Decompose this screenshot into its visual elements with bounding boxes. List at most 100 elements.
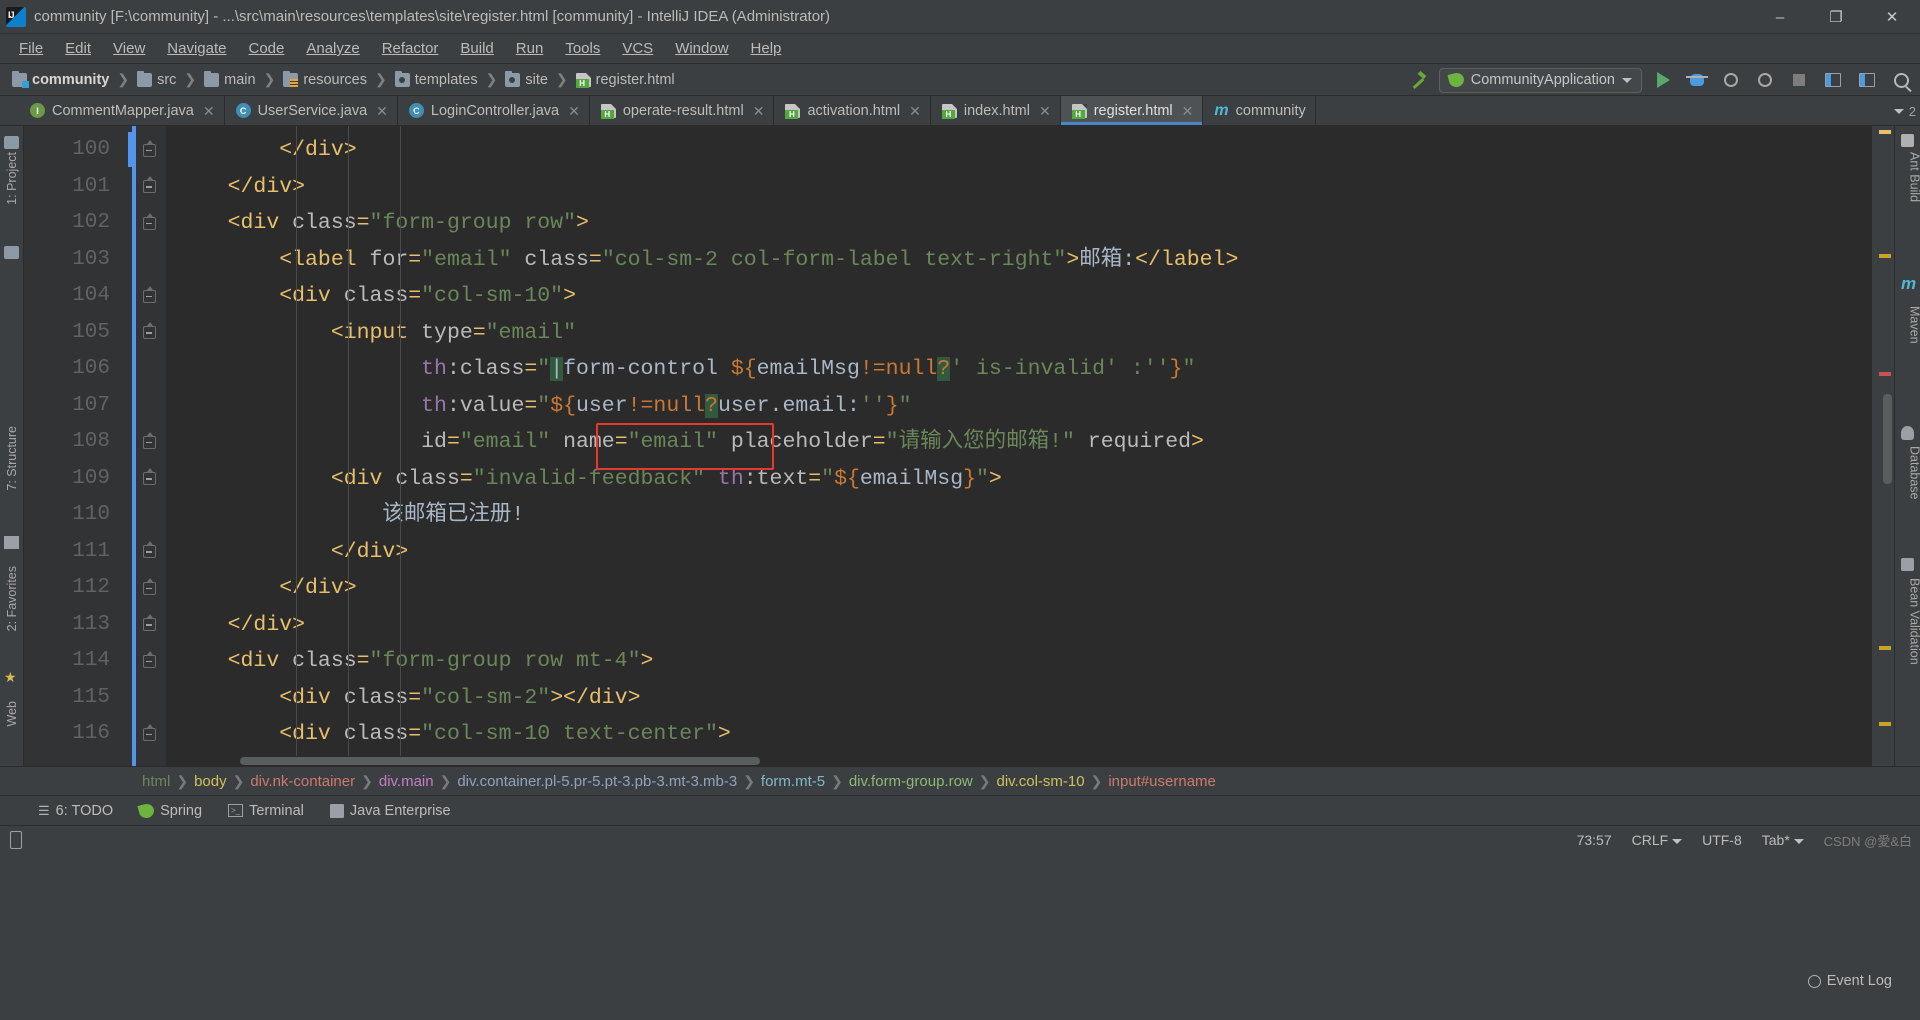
tab-index-html[interactable]: index.html ✕	[931, 96, 1061, 125]
code-line-112[interactable]: </div>	[166, 570, 1872, 607]
status-caret-position[interactable]: 73:57	[1577, 832, 1612, 848]
code-line-100[interactable]: </div>	[166, 132, 1872, 169]
menu-window[interactable]: Window	[664, 37, 739, 60]
navbar-crumb-main[interactable]: main	[200, 70, 259, 89]
marker-error[interactable]	[1879, 372, 1891, 376]
navbar-crumb-resources[interactable]: resources	[279, 70, 371, 89]
menu-view[interactable]: View	[102, 37, 156, 60]
menu-edit[interactable]: Edit	[54, 37, 102, 60]
menu-run[interactable]: Run	[505, 37, 555, 60]
menu-code[interactable]: Code	[237, 37, 295, 60]
code-line-104[interactable]: <div class="col-sm-10">	[166, 278, 1872, 315]
menu-vcs[interactable]: VCS	[611, 37, 664, 60]
menu-file[interactable]: File	[8, 37, 54, 60]
sidebar-item-web[interactable]: Web	[5, 701, 19, 726]
tab-UserService-java[interactable]: C UserService.java ✕	[225, 96, 398, 125]
code-line-110[interactable]: 该邮箱已注册!	[166, 497, 1872, 534]
layout-icon[interactable]	[1820, 67, 1846, 93]
marker-info[interactable]	[1879, 722, 1891, 726]
sidebar-item-project[interactable]: 1: Project	[5, 152, 19, 205]
horizontal-scrollbar-thumb[interactable]	[240, 757, 760, 765]
tab-close-icon[interactable]: ✕	[753, 104, 765, 118]
tab-close-icon[interactable]: ✕	[909, 104, 921, 118]
fold-marker[interactable]	[132, 643, 166, 680]
code-line-101[interactable]: </div>	[166, 169, 1872, 206]
code-text-area[interactable]: </div> </div> <div class="form-group row…	[166, 126, 1872, 766]
fold-marker[interactable]	[132, 534, 166, 571]
menu-help[interactable]: Help	[740, 37, 793, 60]
run-with-coverage-icon[interactable]	[1718, 67, 1744, 93]
breadcrumb-form-mt-5[interactable]: form.mt-5	[755, 773, 831, 790]
navbar-crumb-templates[interactable]: templates	[391, 70, 482, 89]
vertical-scrollbar-thumb[interactable]	[1883, 394, 1892, 484]
error-stripe-markers[interactable]	[1872, 126, 1894, 766]
breadcrumb-input-username[interactable]: input#username	[1102, 773, 1222, 790]
fold-marker[interactable]	[132, 461, 166, 498]
sidebar-item-bean-validation[interactable]: Bean Validation	[1908, 578, 1920, 665]
code-line-114[interactable]: <div class="form-group row mt-4">	[166, 643, 1872, 680]
status-encoding[interactable]: UTF-8	[1702, 832, 1742, 848]
code-line-109[interactable]: <div class="invalid-feedback" th:text="$…	[166, 461, 1872, 498]
tab-register-html[interactable]: register.html ✕	[1060, 96, 1204, 125]
fold-marker[interactable]	[132, 607, 166, 644]
tab-close-icon[interactable]: ✕	[1039, 104, 1051, 118]
tab-close-icon[interactable]: ✕	[203, 104, 215, 118]
sidebar-item-maven[interactable]: Maven	[1908, 306, 1920, 344]
tab-activation-html[interactable]: activation.html ✕	[774, 96, 931, 125]
tab-operate-result-html[interactable]: operate-result.html ✕	[590, 96, 775, 125]
profiler-icon[interactable]	[1752, 67, 1778, 93]
breadcrumb-div-nk-container[interactable]: div.nk-container	[244, 773, 361, 790]
toolwindow-java-enterprise[interactable]: Java Enterprise	[329, 803, 451, 819]
menu-navigate[interactable]: Navigate	[156, 37, 237, 60]
marker-warning[interactable]	[1879, 130, 1891, 134]
navbar-crumb-src[interactable]: src	[133, 70, 180, 89]
code-line-106[interactable]: th:class="|form-control ${emailMsg!=null…	[166, 351, 1872, 388]
close-button[interactable]: ✕	[1864, 0, 1920, 34]
menu-refactor[interactable]: Refactor	[371, 37, 450, 60]
menu-tools[interactable]: Tools	[554, 37, 611, 60]
menu-analyze[interactable]: Analyze	[295, 37, 370, 60]
fold-marker[interactable]	[132, 278, 166, 315]
status-indent[interactable]: Tab*	[1762, 832, 1804, 848]
fold-marker[interactable]	[132, 315, 166, 352]
toolwindow-terminal[interactable]: >_ Terminal	[228, 803, 304, 819]
tab-close-icon[interactable]: ✕	[568, 104, 580, 118]
code-line-102[interactable]: <div class="form-group row">	[166, 205, 1872, 242]
code-line-107[interactable]: th:value="${user!=null?user.email:''}"	[166, 388, 1872, 425]
code-line-111[interactable]: </div>	[166, 534, 1872, 571]
status-line-separator[interactable]: CRLF	[1632, 832, 1683, 848]
code-line-113[interactable]: </div>	[166, 607, 1872, 644]
sidebar-item-favorites[interactable]: 2: Favorites	[5, 566, 19, 631]
marker-info[interactable]	[1879, 646, 1891, 650]
fold-marker[interactable]	[132, 132, 166, 169]
code-line-105[interactable]: <input type="email"	[166, 315, 1872, 352]
breadcrumb-div-col-sm-10[interactable]: div.col-sm-10	[991, 773, 1091, 790]
run-configuration-selector[interactable]: CommunityApplication	[1438, 67, 1642, 93]
breadcrumb-div-container[interactable]: div.container.pl-5.pr-5.pt-3.pb-3.mt-3.m…	[451, 773, 743, 790]
breadcrumb-body[interactable]: body	[188, 773, 233, 790]
breadcrumb-div-main[interactable]: div.main	[373, 773, 440, 790]
phone-icon[interactable]	[10, 831, 22, 849]
search-everywhere-icon[interactable]	[1888, 67, 1914, 93]
horizontal-scrollbar-track[interactable]	[166, 756, 1872, 766]
marker-info[interactable]	[1879, 254, 1891, 258]
sidebar-item-ant-build[interactable]: Ant Build	[1908, 152, 1920, 202]
breadcrumb-div-form-group-row[interactable]: div.form-group.row	[843, 773, 979, 790]
toolwindow-spring[interactable]: Spring	[139, 803, 202, 819]
run-icon[interactable]	[1650, 67, 1676, 93]
code-line-108[interactable]: id="email" name="email" placeholder="请输入…	[166, 424, 1872, 461]
fold-marker[interactable]	[132, 424, 166, 461]
code-line-116[interactable]: <div class="col-sm-10 text-center">	[166, 716, 1872, 753]
event-log-button[interactable]: Event Log	[1807, 973, 1892, 989]
toolwindow-todo[interactable]: ☰ 6: TODO	[38, 803, 113, 819]
fold-marker[interactable]	[132, 205, 166, 242]
menu-build[interactable]: Build	[449, 37, 504, 60]
code-line-103[interactable]: <label for="email" class="col-sm-2 col-f…	[166, 242, 1872, 279]
fold-marker[interactable]	[132, 570, 166, 607]
fold-marker[interactable]	[132, 169, 166, 206]
tab-community[interactable]: m community	[1203, 96, 1316, 125]
tab-close-icon[interactable]: ✕	[1182, 104, 1194, 118]
minimize-button[interactable]: –	[1752, 0, 1808, 34]
update-icon[interactable]	[1854, 67, 1880, 93]
code-line-115[interactable]: <div class="col-sm-2"></div>	[166, 680, 1872, 717]
